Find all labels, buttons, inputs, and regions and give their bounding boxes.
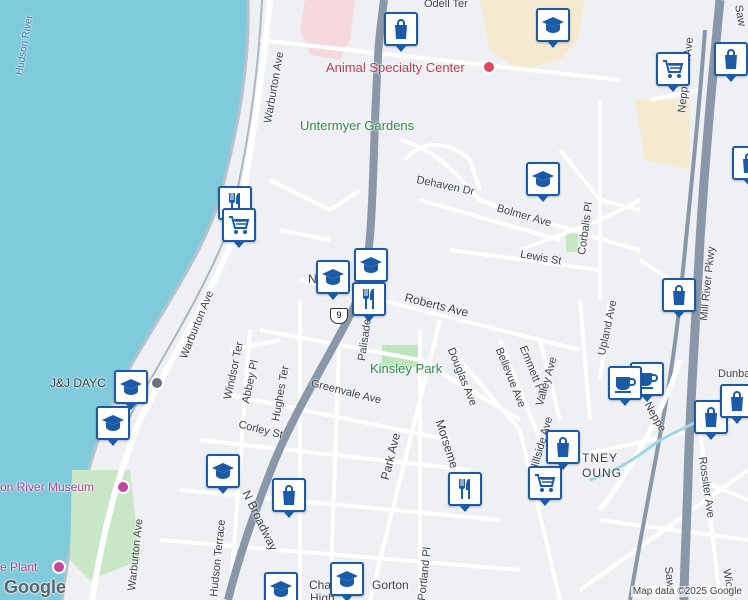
shopping-bag-icon <box>389 17 413 41</box>
school-icon <box>211 459 235 483</box>
school-poi-marker[interactable] <box>526 162 560 202</box>
school-icon <box>541 13 565 37</box>
shopping-bag-icon <box>719 47 743 71</box>
shopping-bag-poi-marker[interactable] <box>546 430 580 470</box>
shopping-bag-poi-marker[interactable] <box>384 12 418 52</box>
jj-daycare-label[interactable]: J&J DAYC <box>50 376 106 390</box>
museum-pin-icon[interactable] <box>116 480 130 494</box>
shopping-bag-poi-marker[interactable] <box>272 478 306 518</box>
shopping-cart-icon <box>661 57 685 81</box>
museum-label[interactable]: on River Museum <box>0 480 94 494</box>
hospital-pin-icon[interactable] <box>482 60 496 74</box>
daycare-pin-icon[interactable] <box>150 376 164 390</box>
plant-pin-icon[interactable] <box>52 560 66 574</box>
shopping-bag-icon <box>277 483 301 507</box>
restaurant-icon <box>453 477 477 501</box>
shopping-bag-icon <box>667 283 691 307</box>
animal-specialty-center-label[interactable]: Animal Specialty Center <box>326 60 465 75</box>
shopping-cart-icon <box>227 213 251 237</box>
school-icon <box>321 265 345 289</box>
restaurant-icon <box>357 287 381 311</box>
school-icon <box>119 375 143 399</box>
shopping-cart-poi-marker[interactable] <box>528 466 562 506</box>
plant-label[interactable]: e Plant <box>0 560 37 574</box>
shopping-bag-icon <box>737 151 748 175</box>
map-attribution[interactable]: Map data ©2025 Google <box>630 586 744 597</box>
shopping-cart-poi-marker[interactable] <box>222 208 256 248</box>
school-poi-marker[interactable] <box>316 260 350 300</box>
street-odell-ter: Odell Ter <box>424 0 468 10</box>
school-poi-marker[interactable] <box>206 454 240 494</box>
shopping-bag-poi-marker[interactable] <box>714 42 748 82</box>
school-poi-marker[interactable] <box>330 562 364 600</box>
school-icon <box>359 253 383 277</box>
google-logo: Google <box>4 577 66 597</box>
cafe-icon <box>613 371 637 395</box>
school-poi-marker[interactable] <box>96 406 130 446</box>
school-icon <box>335 567 359 591</box>
chapel-label[interactable]: Cha <box>309 578 331 592</box>
school-poi-marker[interactable] <box>114 370 148 410</box>
untermyer-gardens-label[interactable]: Untermyer Gardens <box>300 118 414 133</box>
school-icon <box>531 167 555 191</box>
school-poi-marker[interactable] <box>354 248 388 288</box>
street-dunbar: Dunba <box>718 368 748 380</box>
shopping-bag-poi-marker[interactable] <box>732 146 748 186</box>
kinsley-park-label[interactable]: Kinsley Park <box>370 361 442 376</box>
shopping-bag-icon <box>551 435 575 459</box>
school-icon <box>269 577 293 600</box>
cafe-poi-marker[interactable] <box>608 366 642 406</box>
shopping-cart-poi-marker[interactable] <box>656 52 690 92</box>
shopping-bag-poi-marker[interactable] <box>720 384 748 424</box>
shopping-bag-icon <box>725 389 748 413</box>
restaurant-poi-marker[interactable] <box>352 282 386 322</box>
young-label: OUNG <box>582 466 622 480</box>
gorton-label[interactable]: Gorton <box>372 578 409 592</box>
shopping-bag-poi-marker[interactable] <box>662 278 696 318</box>
school-poi-marker[interactable] <box>264 572 298 600</box>
shopping-cart-icon <box>533 471 557 495</box>
restaurant-poi-marker[interactable] <box>448 472 482 512</box>
school-icon <box>101 411 125 435</box>
route-9-shield: 9 <box>330 308 348 324</box>
school-poi-marker[interactable] <box>536 8 570 48</box>
map-view[interactable]: Hudson River Animal Specialty Center Unt… <box>0 0 748 600</box>
whitney-label: TNEY <box>582 451 619 465</box>
